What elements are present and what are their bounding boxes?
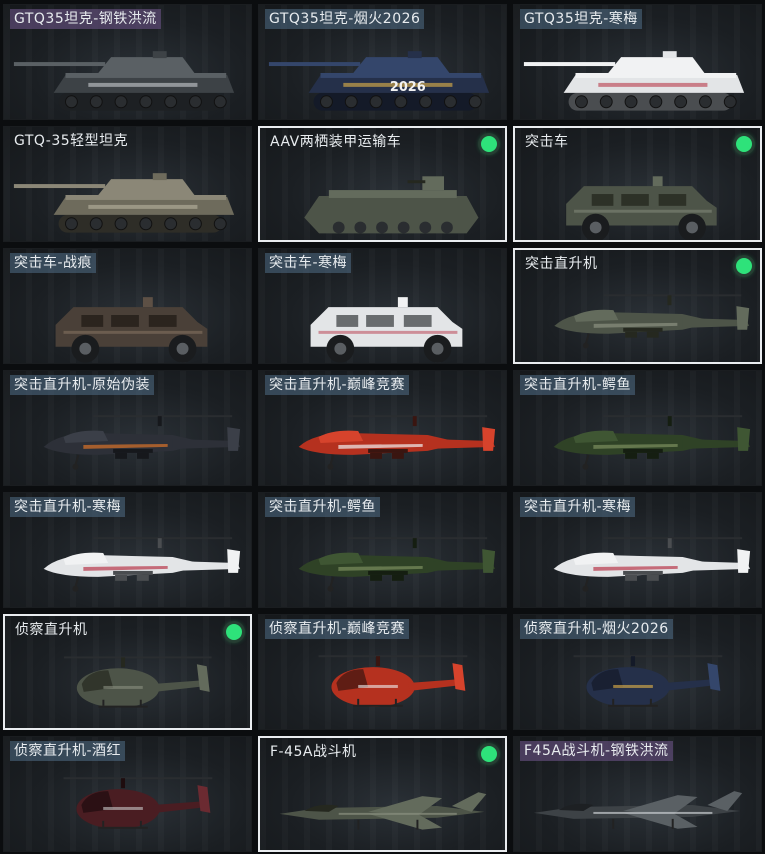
vehicle-skin-grid: GTQ35坦克-钢铁洪流 2026 GTQ35坦克-烟火2026 GTQ35坦克-寒梅… [0,0,765,854]
vehicle-card[interactable]: 2026 GTQ35坦克-烟火2026 [258,4,507,120]
vehicle-card[interactable]: 侦察直升机 [3,614,252,730]
truck-image [566,176,717,240]
aav-image [304,176,479,234]
vehicle-card[interactable]: 突击车-战痕 [3,248,252,364]
vehicle-name: 突击直升机-原始伪装 [10,375,155,395]
vehicle-name: 突击直升机 [525,256,598,272]
vehicle-card[interactable]: AAV两栖装甲运输车 [258,126,507,242]
vehicle-card[interactable]: 突击直升机-鳄鱼 [258,492,507,608]
vehicle-card[interactable]: 突击直升机-寒梅 [513,492,762,608]
vehicle-card[interactable]: 突击直升机-原始伪装 [3,370,252,486]
vehicle-name: 突击车-寒梅 [265,253,352,273]
vehicle-name: 突击车 [525,134,569,150]
truck-image [310,297,463,363]
vehicle-card[interactable]: GTQ35坦克-钢铁洪流 [3,4,252,120]
apache-image [43,537,241,592]
vehicle-card[interactable]: 突击直升机 [513,248,762,364]
vehicle-card[interactable]: F45A战斗机-钢铁洪流 [513,736,762,852]
equipped-indicator-icon [736,136,752,152]
vehicle-card[interactable]: 突击直升机-巅峰竞赛 [258,370,507,486]
vehicle-card[interactable]: F-45A战斗机 [258,736,507,852]
vehicle-card[interactable]: 侦察直升机-烟火2026 [513,614,762,730]
vehicle-name: 突击直升机-寒梅 [520,497,636,517]
vehicle-card[interactable]: 侦察直升机-酒红 [3,736,252,852]
vehicle-name: 突击直升机-鳄鱼 [520,375,636,395]
vehicle-name: 突击直升机-鳄鱼 [265,497,381,517]
vehicle-name: F-45A战斗机 [270,744,357,760]
vehicle-name: AAV两栖装甲运输车 [270,134,402,150]
truck-image [55,297,208,363]
equipped-indicator-icon [481,746,497,762]
vehicle-card[interactable]: 突击直升机-寒梅 [3,492,252,608]
tank-image [523,51,745,111]
vehicle-name: 侦察直升机 [15,622,88,638]
equipped-indicator-icon [226,624,242,640]
apache-image [554,294,750,349]
apache-image [298,415,496,470]
svg-text:2026: 2026 [390,80,426,95]
vehicle-name: GTQ35坦克-烟火2026 [265,9,425,29]
scout-image [63,777,213,829]
vehicle-name: 突击车-战痕 [10,253,97,273]
equipped-indicator-icon [481,136,497,152]
scout-image [64,656,212,708]
vehicle-card[interactable]: GTQ35坦克-寒梅 [513,4,762,120]
vehicle-card[interactable]: 突击车-寒梅 [258,248,507,364]
tank-image [13,173,235,233]
apache-image [298,537,496,592]
vehicle-card[interactable]: GTQ-35轻型坦克 [3,126,252,242]
vehicle-name: 侦察直升机-酒红 [10,741,126,761]
vehicle-name: 侦察直升机-烟火2026 [520,619,673,639]
apache-image [43,415,241,470]
apache-image [553,537,751,592]
tank-image: 2026 [268,51,490,111]
vehicle-card[interactable]: 突击车 [513,126,762,242]
vehicle-name: GTQ35坦克-寒梅 [520,9,642,29]
tank-image [13,51,235,111]
jet-image [279,792,487,830]
scout-image [318,655,468,707]
vehicle-name: GTQ35坦克-钢铁洪流 [10,9,161,29]
vehicle-card[interactable]: 侦察直升机-巅峰竞赛 [258,614,507,730]
equipped-indicator-icon [736,258,752,274]
vehicle-card[interactable]: 突击直升机-鳄鱼 [513,370,762,486]
scout-image [573,655,723,707]
vehicle-name: 侦察直升机-巅峰竞赛 [265,619,410,639]
vehicle-name: GTQ-35轻型坦克 [14,133,129,149]
jet-image [533,791,743,829]
vehicle-name: 突击直升机-巅峰竞赛 [265,375,410,395]
apache-image [553,415,751,470]
vehicle-name: F45A战斗机-钢铁洪流 [520,741,673,761]
vehicle-name: 突击直升机-寒梅 [10,497,126,517]
